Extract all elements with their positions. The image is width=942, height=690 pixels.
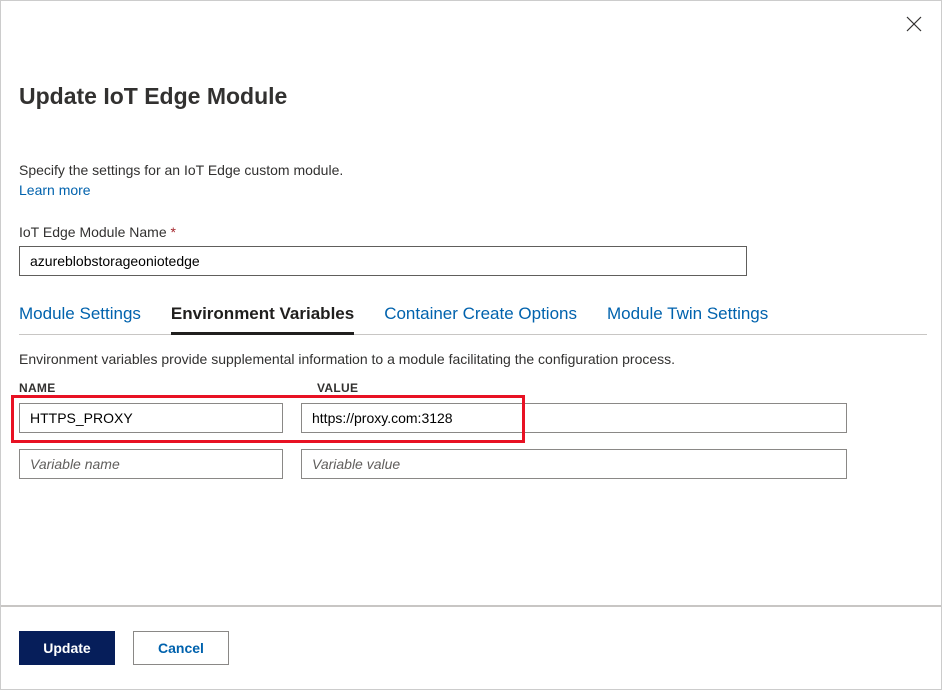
env-header-value: VALUE xyxy=(317,381,358,395)
env-row-empty xyxy=(19,449,923,479)
env-vars-table: NAME VALUE xyxy=(19,381,923,479)
tab-module-settings[interactable]: Module Settings xyxy=(19,304,141,335)
tab-module-twin-settings[interactable]: Module Twin Settings xyxy=(607,304,768,335)
page-title: Update IoT Edge Module xyxy=(19,83,923,110)
module-name-input[interactable] xyxy=(19,246,747,276)
env-value-input[interactable] xyxy=(301,403,847,433)
footer: Update Cancel xyxy=(1,605,941,689)
required-indicator: * xyxy=(171,224,176,240)
cancel-button[interactable]: Cancel xyxy=(133,631,229,665)
env-row xyxy=(19,403,923,433)
close-icon xyxy=(906,16,922,35)
description-text: Specify the settings for an IoT Edge cus… xyxy=(19,162,923,178)
env-name-input[interactable] xyxy=(19,403,283,433)
update-button[interactable]: Update xyxy=(19,631,115,665)
env-description: Environment variables provide supplement… xyxy=(19,351,923,367)
learn-more-link[interactable]: Learn more xyxy=(19,182,91,198)
close-button[interactable] xyxy=(902,13,926,37)
env-value-input-empty[interactable] xyxy=(301,449,847,479)
env-header-name: NAME xyxy=(19,381,317,395)
env-name-input-empty[interactable] xyxy=(19,449,283,479)
tabs: Module Settings Environment Variables Co… xyxy=(19,304,927,335)
module-name-label: IoT Edge Module Name * xyxy=(19,224,923,240)
tab-container-create-options[interactable]: Container Create Options xyxy=(384,304,577,335)
tab-environment-variables[interactable]: Environment Variables xyxy=(171,304,354,335)
